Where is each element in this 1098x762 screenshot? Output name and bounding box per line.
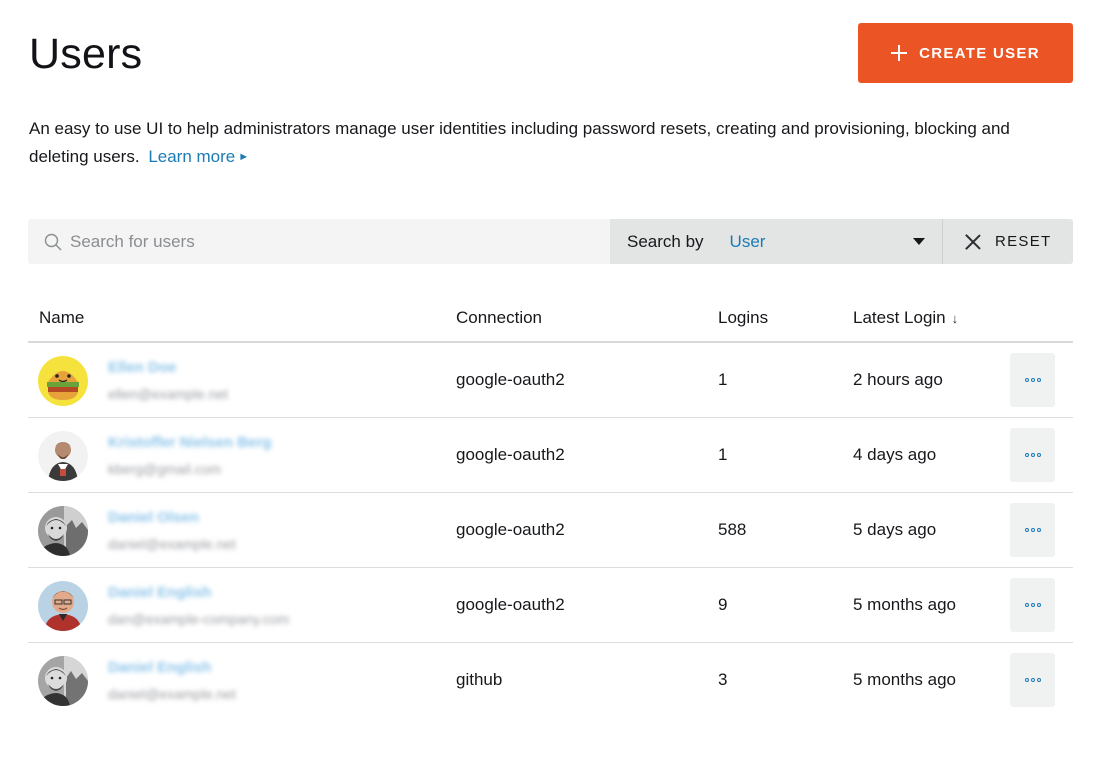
column-header-name[interactable]: Name (39, 308, 84, 328)
column-header-latest-login[interactable]: Latest Login ↓ (853, 308, 958, 328)
logins-cell: 1 (718, 445, 728, 464)
more-icon-dot (1036, 453, 1041, 457)
table-header: Name Connection Logins Latest Login ↓ (28, 293, 1073, 343)
table-row[interactable]: Kristoffer Nielsen Berg kberg@gmail.com … (28, 418, 1073, 493)
reset-button[interactable]: RESET (942, 219, 1073, 264)
avatar[interactable] (38, 656, 88, 706)
avatar[interactable] (38, 431, 88, 481)
intro-text: An easy to use UI to help administrators… (29, 115, 1049, 171)
more-icon (1024, 528, 1029, 532)
search-bar: Search by User RESET (28, 219, 1073, 264)
more-icon-dot (1030, 603, 1035, 607)
more-icon-dot (1036, 678, 1041, 682)
more-icon-dot (1030, 528, 1035, 532)
logins-cell: 1 (718, 370, 728, 389)
sort-down-icon: ↓ (951, 311, 959, 326)
user-email: kberg@gmail.com (108, 461, 222, 477)
more-icon-dot (1030, 378, 1035, 382)
arrow-icon: ► (238, 151, 250, 163)
user-email: ellen@example.net (108, 386, 229, 402)
create-user-label: CREATE USER (919, 44, 1040, 62)
search-by-dropdown[interactable]: Search by User (610, 219, 942, 264)
search-icon (44, 233, 62, 250)
table-row[interactable]: Ellen Doe ellen@example.net google-oauth… (28, 343, 1073, 418)
learn-more-link[interactable]: Learn more (148, 147, 235, 166)
search-input[interactable] (70, 231, 570, 252)
caret-down-icon (913, 238, 925, 245)
logins-cell: 9 (718, 595, 728, 614)
latest-login-cell: 5 months ago (853, 595, 957, 614)
row-actions-button[interactable] (1010, 578, 1055, 632)
latest-login-cell: 5 months ago (853, 670, 957, 689)
user-name[interactable]: Daniel Olsen (108, 509, 199, 526)
more-icon (1024, 453, 1029, 457)
search-field[interactable] (28, 219, 610, 264)
connection-cell: github (456, 670, 503, 689)
user-email: daniel@example.net (108, 536, 236, 552)
latest-login-cell: 2 hours ago (853, 370, 943, 389)
close-icon (965, 234, 981, 250)
latest-login-header-label: Latest Login (853, 308, 946, 327)
more-icon-dot (1036, 378, 1041, 382)
user-email: dan@example-company.com (108, 611, 290, 627)
table-row[interactable]: Daniel English daniel@example.net github… (28, 643, 1073, 718)
search-by-value: User (729, 231, 766, 251)
page-title: Users (29, 30, 143, 78)
more-icon (1024, 378, 1029, 382)
avatar[interactable] (38, 581, 88, 631)
connection-cell: google-oauth2 (456, 445, 565, 464)
user-name[interactable]: Ellen Doe (108, 359, 176, 376)
row-actions-button[interactable] (1010, 428, 1055, 482)
more-icon-dot (1036, 528, 1041, 532)
logins-cell: 3 (718, 670, 728, 689)
more-icon (1024, 603, 1029, 607)
create-user-button[interactable]: CREATE USER (858, 23, 1073, 83)
user-name[interactable]: Kristoffer Nielsen Berg (108, 434, 271, 451)
latest-login-cell: 4 days ago (853, 445, 937, 464)
row-actions-button[interactable] (1010, 653, 1055, 707)
table-row[interactable]: Daniel English dan@example-company.com g… (28, 568, 1073, 643)
more-icon-dot (1036, 603, 1041, 607)
latest-login-cell: 5 days ago (853, 520, 937, 539)
plus-icon (891, 45, 908, 61)
avatar[interactable] (38, 356, 88, 406)
connection-cell: google-oauth2 (456, 370, 565, 389)
more-icon-dot (1030, 678, 1035, 682)
column-header-logins[interactable]: Logins (718, 308, 768, 328)
more-icon (1024, 678, 1029, 682)
search-by-label: Search by (627, 231, 704, 251)
table-row[interactable]: Daniel Olsen daniel@example.net google-o… (28, 493, 1073, 568)
reset-label: RESET (995, 233, 1052, 250)
row-actions-button[interactable] (1010, 503, 1055, 557)
user-name[interactable]: Daniel English (108, 659, 211, 676)
connection-cell: google-oauth2 (456, 595, 565, 614)
user-email: daniel@example.net (108, 686, 236, 702)
connection-cell: google-oauth2 (456, 520, 565, 539)
user-name[interactable]: Daniel English (108, 584, 211, 601)
row-actions-button[interactable] (1010, 353, 1055, 407)
users-table: Name Connection Logins Latest Login ↓ Ell… (28, 293, 1073, 718)
column-header-connection[interactable]: Connection (456, 308, 542, 328)
more-icon-dot (1030, 453, 1035, 457)
avatar[interactable] (38, 506, 88, 556)
logins-cell: 588 (718, 520, 747, 539)
